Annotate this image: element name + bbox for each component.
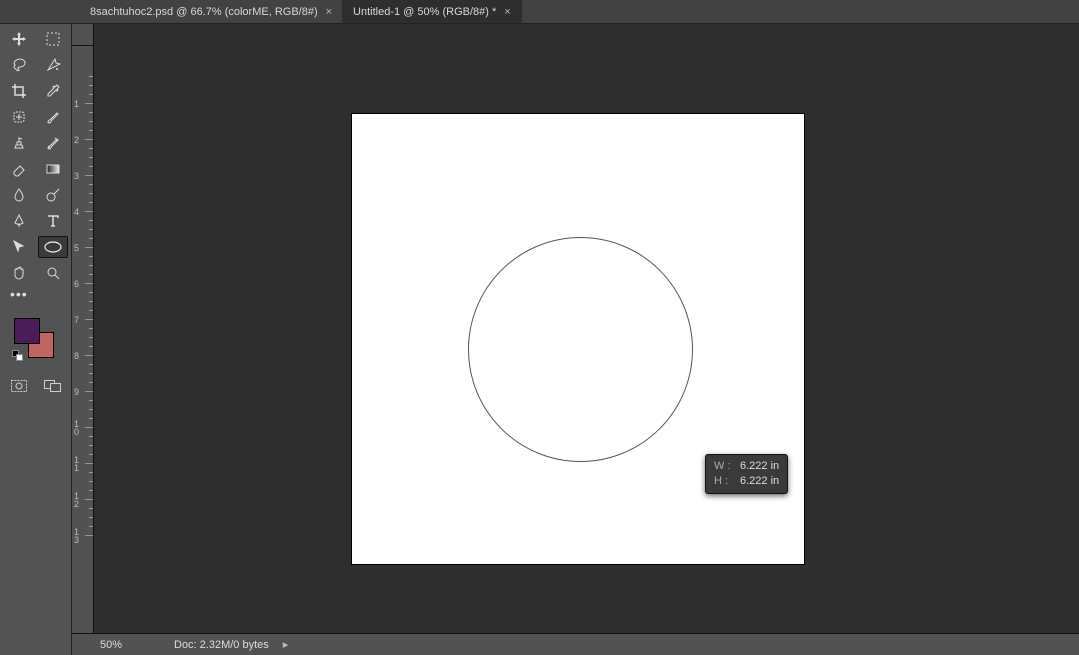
doc-info-caret-icon[interactable]: ▸ <box>283 638 289 651</box>
history-brush-tool[interactable] <box>38 132 68 154</box>
ruler-tick: 6 <box>72 283 93 284</box>
canvas-area[interactable]: W : 6.222 in H : 6.222 in <box>94 46 1079 633</box>
ruler-origin[interactable] <box>72 24 94 46</box>
ruler-tick: 9 <box>72 391 93 392</box>
dodge-tool[interactable] <box>38 184 68 206</box>
screen-mode-icon[interactable] <box>43 378 63 394</box>
ruler-tick: 2 <box>72 139 93 140</box>
document-tab[interactable]: 8sachtuhoc2.psd @ 66.7% (colorME, RGB/8#… <box>80 0 343 23</box>
ruler-tick: 4 <box>72 211 93 212</box>
type-tool[interactable] <box>38 210 68 232</box>
transform-info-tooltip: W : 6.222 in H : 6.222 in <box>705 454 788 494</box>
close-icon[interactable]: × <box>504 6 510 18</box>
app-body: ••• 765432101234567891011121314151617181… <box>0 24 1079 655</box>
zoom-tool[interactable] <box>38 262 68 284</box>
ruler-tick: 12 <box>72 499 93 500</box>
ruler-tick: 5 <box>72 247 93 248</box>
document-tab-bar: 8sachtuhoc2.psd @ 66.7% (colorME, RGB/8#… <box>0 0 1079 24</box>
close-icon[interactable]: × <box>326 6 332 18</box>
tab-label: 8sachtuhoc2.psd @ 66.7% (colorME, RGB/8#… <box>90 6 318 18</box>
crop-tool[interactable] <box>4 80 34 102</box>
gradient-tool[interactable] <box>38 158 68 180</box>
doc-info[interactable]: Doc: 2.32M/0 bytes <box>174 639 269 651</box>
quick-mask-icon[interactable] <box>9 378 29 394</box>
foreground-swatch[interactable] <box>14 318 40 344</box>
ellipse-shape[interactable] <box>468 237 693 462</box>
ruler-tick: 13 <box>72 535 93 536</box>
ruler-tick: 1 <box>72 103 93 104</box>
clone-stamp-tool[interactable] <box>4 132 34 154</box>
eyedropper-tool[interactable] <box>38 80 68 102</box>
status-bar: 50% Doc: 2.32M/0 bytes ▸ <box>72 633 1079 655</box>
move-tool[interactable] <box>4 28 34 50</box>
ruler-tick: 7 <box>72 319 93 320</box>
ruler-tick: 8 <box>72 355 93 356</box>
ruler-tick: 3 <box>72 175 93 176</box>
brush-tool[interactable] <box>38 106 68 128</box>
vertical-ruler[interactable]: 12345678910111213 <box>72 46 94 633</box>
quick-select-tool[interactable] <box>38 54 68 76</box>
shape-tool[interactable] <box>38 236 68 258</box>
info-w-label: W : <box>714 459 734 474</box>
spot-heal-tool[interactable] <box>4 106 34 128</box>
tool-overflow-icon[interactable]: ••• <box>0 286 28 302</box>
info-h-value: 6.222 in <box>740 474 779 489</box>
lasso-tool[interactable] <box>4 54 34 76</box>
workspace: 7654321012345678910111213141516171819 12… <box>72 24 1079 655</box>
marquee-tool[interactable] <box>38 28 68 50</box>
photoshop-window: 8sachtuhoc2.psd @ 66.7% (colorME, RGB/8#… <box>0 0 1079 655</box>
color-swatches[interactable] <box>14 318 58 362</box>
eraser-tool[interactable] <box>4 158 34 180</box>
default-colors-icon[interactable] <box>12 350 22 360</box>
ruler-tick: 11 <box>72 463 93 464</box>
zoom-level[interactable]: 50% <box>100 639 160 651</box>
info-w-value: 6.222 in <box>740 459 779 474</box>
path-select-tool[interactable] <box>4 236 34 258</box>
ruler-tick: 10 <box>72 427 93 428</box>
document-tab[interactable]: Untitled-1 @ 50% (RGB/8#) * × <box>343 0 522 23</box>
blur-tool[interactable] <box>4 184 34 206</box>
info-h-label: H : <box>714 474 734 489</box>
tab-label: Untitled-1 @ 50% (RGB/8#) * <box>353 6 496 18</box>
hand-tool[interactable] <box>4 262 34 284</box>
pen-tool[interactable] <box>4 210 34 232</box>
tool-panel: ••• <box>0 24 72 655</box>
